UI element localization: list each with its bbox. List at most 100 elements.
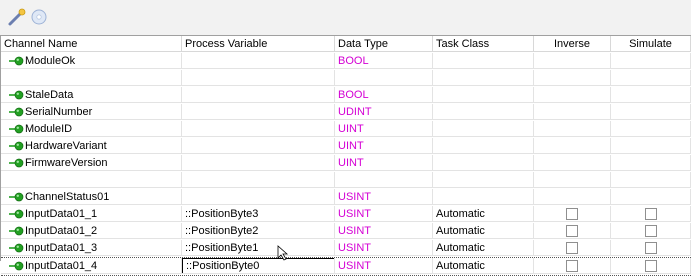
channel-name-label: ModuleOk [25, 55, 76, 67]
table-row[interactable]: InputData01_2::PositionByte2 USINT Automat… [1, 223, 691, 240]
channel-status-icon [9, 158, 24, 168]
channel-name-cell[interactable]: ChannelStatus01 [1, 189, 182, 205]
task-class-cell[interactable]: Automatic [433, 206, 534, 222]
channel-status-icon [9, 243, 24, 253]
table-row[interactable]: ChannelStatus01 USINT [1, 189, 691, 206]
simulate-cell[interactable] [611, 258, 691, 274]
table-row[interactable]: FirmwareVersion UINT [1, 155, 691, 172]
channel-name-cell[interactable]: InputData01_4 [1, 258, 182, 274]
table-row[interactable]: ModuleOk BOOL [1, 53, 691, 70]
inverse-cell[interactable] [534, 258, 611, 274]
inverse-cell[interactable] [534, 223, 611, 239]
wand-icon[interactable] [6, 6, 28, 28]
channel-status-icon [9, 107, 24, 117]
channel-status-icon [9, 124, 24, 134]
channel-name-cell[interactable]: InputData01_2 [1, 223, 182, 239]
task-class-cell[interactable] [433, 121, 534, 137]
process-variable-cell[interactable] [182, 53, 335, 69]
empty-cell [335, 172, 433, 188]
simulate-cell [611, 155, 691, 171]
column-header-inverse[interactable]: Inverse [534, 36, 611, 52]
data-type-cell: USINT [335, 206, 433, 222]
process-variable-cell[interactable] [182, 155, 335, 171]
table-row[interactable]: SerialNumber UDINT [1, 104, 691, 121]
simulate-checkbox[interactable] [644, 225, 657, 237]
column-header-row: Channel Name Process Variable Data Type … [1, 36, 691, 53]
process-variable-editor[interactable]: ::PositionByte0 [182, 258, 334, 273]
simulate-cell [611, 87, 691, 103]
inverse-checkbox[interactable] [566, 260, 578, 272]
task-class-cell[interactable]: Automatic [433, 258, 534, 274]
channel-status-icon [9, 90, 24, 100]
inverse-cell [534, 155, 611, 171]
process-variable-cell[interactable] [182, 104, 335, 120]
simulate-cell[interactable] [611, 240, 691, 256]
channel-name-cell[interactable]: SerialNumber [1, 104, 182, 120]
empty-cell [433, 70, 534, 86]
empty-cell [182, 70, 335, 86]
data-type-cell: USINT [335, 240, 433, 256]
inverse-checkbox[interactable] [566, 208, 578, 220]
process-variable-cell[interactable]: ::PositionByte0 [182, 258, 335, 274]
disk-icon[interactable] [28, 6, 50, 28]
simulate-cell [611, 189, 691, 205]
table-row[interactable]: ModuleID UINT [1, 121, 691, 138]
table-row[interactable]: StaleData BOOL [1, 87, 691, 104]
channel-name-label: ModuleID [25, 123, 73, 135]
data-type-cell: UINT [335, 121, 433, 137]
column-header-process-variable[interactable]: Process Variable [182, 36, 335, 52]
process-variable-cell[interactable]: ::PositionByte3 [182, 206, 335, 222]
empty-cell [534, 172, 611, 188]
column-header-channel-name[interactable]: Channel Name [1, 36, 182, 52]
process-variable-cell[interactable] [182, 87, 335, 103]
column-header-task-class[interactable]: Task Class [433, 36, 534, 52]
table-row[interactable]: InputData01_1::PositionByte3 USINT Automat… [1, 206, 691, 223]
channel-name-cell[interactable]: HardwareVariant [1, 138, 182, 154]
inverse-cell[interactable] [534, 206, 611, 222]
channel-status-icon [9, 56, 24, 66]
process-variable-cell[interactable] [182, 138, 335, 154]
empty-cell [611, 172, 691, 188]
simulate-checkbox[interactable] [644, 208, 657, 220]
table-row[interactable]: HardwareVariant UINT [1, 138, 691, 155]
simulate-cell[interactable] [611, 223, 691, 239]
task-class-cell[interactable] [433, 104, 534, 120]
simulate-cell[interactable] [611, 206, 691, 222]
channel-name-label: FirmwareVersion [25, 157, 108, 169]
process-variable-cell[interactable]: ::PositionByte2 [182, 223, 335, 239]
task-class-cell[interactable] [433, 155, 534, 171]
channel-name-label: InputData01_4 [25, 260, 98, 272]
process-variable-cell[interactable]: ::PositionByte1 [182, 240, 335, 256]
empty-cell [335, 70, 433, 86]
process-variable-cell[interactable] [182, 189, 335, 205]
column-header-simulate[interactable]: Simulate [611, 36, 691, 52]
task-class-cell[interactable] [433, 138, 534, 154]
process-variable-cell[interactable] [182, 121, 335, 137]
channel-name-cell[interactable]: FirmwareVersion [1, 155, 182, 171]
inverse-checkbox[interactable] [566, 242, 578, 254]
channel-name-cell[interactable]: InputData01_3 [1, 240, 182, 256]
inverse-cell [534, 189, 611, 205]
task-class-cell[interactable] [433, 189, 534, 205]
simulate-checkbox[interactable] [644, 260, 657, 272]
task-class-cell[interactable] [433, 53, 534, 69]
empty-cell [1, 172, 182, 188]
table-row[interactable]: InputData01_3::PositionByte1 USINT Automat… [1, 240, 691, 257]
data-type-cell: UDINT [335, 104, 433, 120]
io-mapping-grid: Channel Name Process Variable Data Type … [0, 35, 691, 276]
channel-name-cell[interactable]: ModuleOk [1, 53, 182, 69]
task-class-cell[interactable]: Automatic [433, 223, 534, 239]
task-class-cell[interactable]: Automatic [433, 240, 534, 256]
inverse-cell[interactable] [534, 240, 611, 256]
simulate-checkbox[interactable] [644, 242, 657, 254]
channel-name-label: InputData01_2 [25, 225, 98, 237]
task-class-cell[interactable] [433, 87, 534, 103]
data-type-cell: USINT [335, 223, 433, 239]
channel-name-cell[interactable]: ModuleID [1, 121, 182, 137]
data-type-cell: BOOL [335, 53, 433, 69]
inverse-checkbox[interactable] [566, 225, 578, 237]
channel-name-cell[interactable]: InputData01_1 [1, 206, 182, 222]
channel-name-cell[interactable]: StaleData [1, 87, 182, 103]
empty-cell [611, 70, 691, 86]
column-header-data-type[interactable]: Data Type [335, 36, 433, 52]
